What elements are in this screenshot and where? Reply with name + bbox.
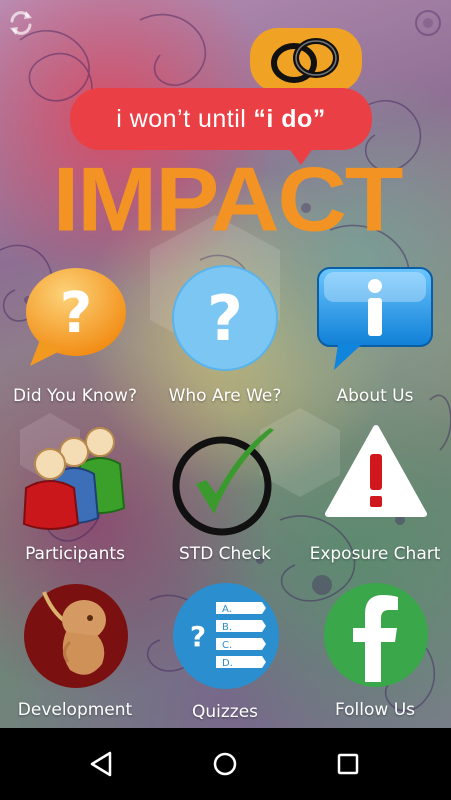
svg-text:?: ? [207,282,243,355]
tile-label: About Us [336,386,414,406]
tile-about-us[interactable]: About Us [300,262,450,412]
tile-label: Development [17,700,133,720]
wedding-rings-icon [271,38,339,83]
tile-label: Quizzes [191,702,259,722]
tile-development[interactable]: Development [0,578,150,728]
svg-text:?: ? [190,620,206,653]
impact-logo: i won’t until “i do” IMPACT [0,0,451,250]
tile-label: Did You Know? [13,386,137,406]
quiz-option-c: C. [222,640,232,651]
tile-label: Participants [25,544,125,564]
quiz-checklist-icon: ? A. B. C. D. [173,583,279,689]
tile-did-you-know[interactable]: ? Did You Know? [0,262,150,412]
tile-participants[interactable]: Participants [0,420,150,570]
facebook-icon [324,583,428,687]
tile-quizzes[interactable]: ? A. B. C. D. Quizzes [150,578,300,728]
tagline-emphasis: “i do” [253,104,326,133]
orange-question-bubble-icon: ? [26,268,126,366]
app-screen: i won’t until “i do” IMPACT ? Did You Kn… [0,0,451,728]
tile-std-check[interactable]: STD Check [150,420,300,570]
quiz-option-a: A. [222,604,232,615]
tile-follow-us[interactable]: Follow Us [300,578,450,728]
tile-who-are-we[interactable]: ? Who Are We? [150,262,300,412]
warning-triangle-icon [325,425,427,517]
quiz-option-b: B. [222,622,232,633]
tile-exposure-chart[interactable]: Exposure Chart [300,420,450,570]
tagline-bubble: i won’t until “i do” [70,88,372,150]
people-group-icon [22,427,126,530]
tile-label: Exposure Chart [309,544,441,564]
system-navigation-bar [0,728,451,800]
tile-label: STD Check [179,544,271,564]
home-circle-icon[interactable] [209,748,241,780]
back-triangle-icon[interactable] [86,748,118,780]
fetus-icon [24,584,128,688]
checkmark-circle-icon [172,428,274,536]
quiz-option-d: D. [222,658,233,669]
recents-square-icon[interactable] [332,748,364,780]
app-title: IMPACT [52,148,404,251]
tagline-prefix: i won’t until [116,104,247,133]
tile-label: Who Are We? [168,386,282,406]
tile-label: Follow Us [334,700,416,720]
blue-question-circle-icon: ? [172,265,278,371]
info-bubble-icon [317,267,433,370]
svg-text:?: ? [60,281,92,346]
